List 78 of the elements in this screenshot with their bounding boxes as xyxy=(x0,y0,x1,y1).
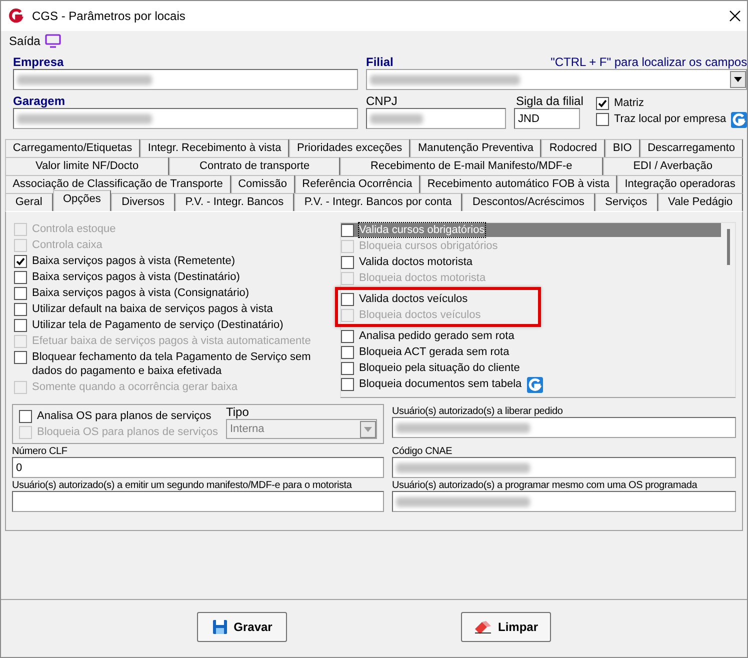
option-checkbox[interactable]: Utilizar default na baixa de serviços pagos à vista xyxy=(14,302,334,316)
text-field[interactable] xyxy=(392,457,736,478)
option-checkbox[interactable]: Bloqueia ACT gerada sem rota xyxy=(341,345,721,359)
monitor-icon[interactable] xyxy=(45,34,62,48)
field-label: Usuário(s) autorizado(s) a programar mesmo com uma OS programada xyxy=(392,480,698,491)
logo-icon xyxy=(526,377,543,393)
field-label: CNPJ xyxy=(366,94,398,108)
option-checkbox[interactable]: Utilizar tela de Pagamento de serviço (Destinatário) xyxy=(14,318,334,332)
field-label: Número CLF xyxy=(12,446,68,457)
check-icon xyxy=(598,99,607,108)
logo-icon xyxy=(731,112,748,128)
tab[interactable]: Opções xyxy=(52,190,112,211)
field-label: Sigla da filial xyxy=(516,94,584,108)
tab[interactable]: Valor limite NF/Docto xyxy=(5,157,170,175)
floppy-icon xyxy=(212,618,228,634)
save-button[interactable]: Gravar xyxy=(197,612,287,642)
branch-dropdown[interactable] xyxy=(366,69,748,90)
field-label: Garagem xyxy=(13,94,66,108)
tab[interactable]: Prioridades exceções xyxy=(289,139,410,157)
tab[interactable]: Rodocred xyxy=(541,139,605,157)
text-field[interactable] xyxy=(13,108,358,129)
option-checkbox[interactable]: Valida doctos motorista xyxy=(341,255,721,269)
tab[interactable]: P.V. - Integr. Bancos xyxy=(174,193,294,211)
tab[interactable]: Descarregamento xyxy=(640,139,743,157)
close-icon[interactable] xyxy=(729,10,741,22)
menu-item[interactable]: Saída xyxy=(9,34,40,48)
tab[interactable]: Associação de Classificação de Transporte xyxy=(5,175,230,193)
field-label: Usuário(s) autorizado(s) a emitir um segundo manifesto/MDF-e para o motorista xyxy=(12,480,353,491)
hint-text: "CTRL + F" para localizar os campos xyxy=(550,55,748,69)
tab[interactable]: Descontos/Acréscimos xyxy=(462,193,595,211)
logo-icon xyxy=(7,7,25,25)
field-label: Código CNAE xyxy=(392,446,454,457)
tab[interactable]: Geral xyxy=(5,193,53,211)
text-field[interactable] xyxy=(366,108,506,129)
check-icon xyxy=(16,257,25,266)
tab[interactable]: Integração operadoras xyxy=(617,175,743,193)
tab[interactable]: Diversos xyxy=(111,193,175,211)
option-checkbox[interactable]: Bloquear fechamento da tela Pagamento de Serviço sem dados do pagamento e baixa efetivada xyxy=(14,350,334,378)
caret-icon xyxy=(734,77,742,82)
caret-icon xyxy=(364,426,372,432)
clear-button[interactable]: Limpar xyxy=(461,612,551,642)
tab[interactable]: Recebimento automático FOB à vista xyxy=(420,175,618,193)
tab[interactable]: Carregamento/Etiquetas xyxy=(5,139,140,157)
option-checkbox[interactable]: Baixa serviços pagos à vista (Remetente) xyxy=(14,254,334,268)
tab[interactable]: Integr. Recebimento à vista xyxy=(140,139,290,157)
option-checkbox[interactable]: Analisa OS para planos de serviços xyxy=(19,409,218,423)
option-checkbox[interactable]: Baixa serviços pagos à vista (Destinatário) xyxy=(14,270,334,284)
text-field[interactable] xyxy=(392,491,736,512)
scroll-thumb[interactable] xyxy=(726,229,730,265)
option-checkbox[interactable]: Matriz xyxy=(596,96,748,110)
field-label: Usuário(s) autorizado(s) a liberar pedido xyxy=(392,406,564,417)
text-field[interactable]: JND xyxy=(514,108,580,129)
tab[interactable]: EDI / Averbação xyxy=(602,157,743,175)
tab[interactable]: Vale Pedágio xyxy=(658,193,744,211)
field-label: Empresa xyxy=(13,55,65,69)
field-label: Tipo xyxy=(226,405,250,419)
eraser-icon xyxy=(474,620,492,634)
text-field[interactable] xyxy=(13,69,358,90)
blurred-value xyxy=(370,114,423,124)
text-field[interactable]: 0 xyxy=(12,457,384,478)
tab[interactable]: Referência Ocorrência xyxy=(294,175,420,193)
tab[interactable]: Manutenção Preventiva xyxy=(410,139,542,157)
field-label: Filial xyxy=(366,55,394,69)
tab[interactable]: BIO xyxy=(604,139,640,157)
text-field[interactable] xyxy=(12,491,384,512)
window-title: CGS - Parâmetros por locais xyxy=(32,9,186,23)
tab[interactable]: Comissão xyxy=(230,175,295,193)
tab[interactable]: Serviços xyxy=(594,193,658,211)
option-checkbox[interactable]: Bloqueio pela situação do cliente xyxy=(341,361,721,375)
option-checkbox[interactable]: Baixa serviços pagos à vista (Consignatário) xyxy=(14,286,334,300)
option-checkbox[interactable]: Analisa pedido gerado sem rota xyxy=(341,329,721,343)
option-checkbox[interactable]: Traz local por empresa xyxy=(596,112,748,128)
tab[interactable]: P.V. - Integr. Bancos por conta xyxy=(294,193,462,211)
option-checkbox[interactable]: Bloqueia documentos sem tabela xyxy=(341,377,721,393)
text-field[interactable] xyxy=(392,417,736,438)
tab[interactable]: Contrato de transporte xyxy=(169,157,340,175)
option-checkbox[interactable]: Valida cursos obrigatórios xyxy=(341,223,721,237)
tab[interactable]: Recebimento de E-mail Manifesto/MDF-e xyxy=(340,157,603,175)
